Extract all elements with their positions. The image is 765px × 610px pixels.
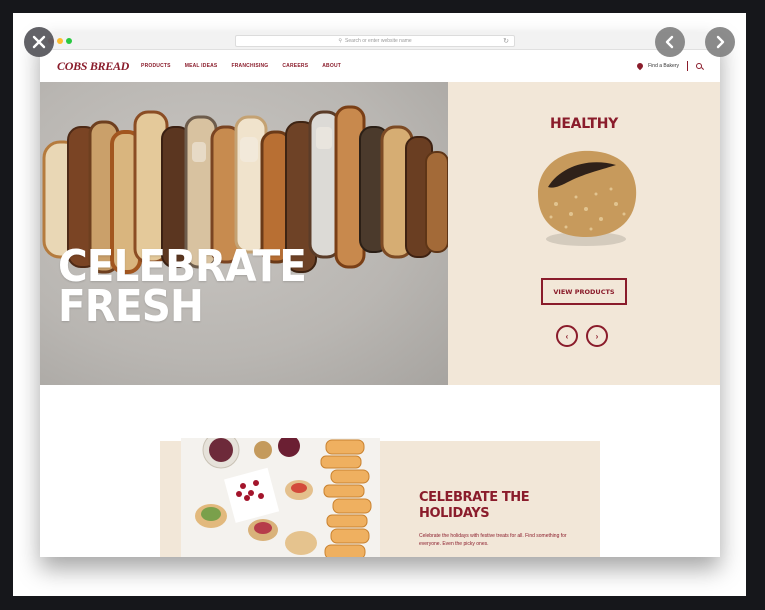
- chevron-left-icon: [665, 35, 674, 49]
- nav-meal-ideas[interactable]: MEAL IDEAS: [185, 63, 218, 69]
- chevron-right-icon: ›: [595, 331, 599, 341]
- site-nav: COBS BREAD PRODUCTS MEAL IDEAS FRANCHISI…: [40, 50, 720, 82]
- nav-products[interactable]: PRODUCTS: [141, 63, 171, 69]
- promo-description: Celebrate the holidays with festive trea…: [419, 533, 567, 547]
- address-bar[interactable]: ⚲ Search or enter website name ↻: [235, 35, 515, 47]
- category-label: HEALTHY: [549, 116, 619, 132]
- promo-title-line-1: CELEBRATE THE: [419, 490, 530, 505]
- nav-about[interactable]: ABOUT: [322, 63, 341, 69]
- close-icon: [32, 35, 46, 49]
- find-bakery-link[interactable]: Find a Bakery: [648, 63, 679, 69]
- nav-franchising[interactable]: FRANCHISING: [231, 63, 268, 69]
- search-icon[interactable]: [696, 63, 702, 69]
- promo-title: CELEBRATE THE HOLIDAYS: [419, 490, 559, 522]
- reload-icon[interactable]: ↻: [503, 37, 509, 45]
- chevron-left-icon: ‹: [565, 331, 569, 341]
- carousel-prev-button[interactable]: ‹: [556, 325, 578, 347]
- lightbox-prev-button[interactable]: [655, 27, 685, 57]
- lightbox-next-button[interactable]: [705, 27, 735, 57]
- loaf-image: [538, 150, 637, 246]
- holiday-food-image: [181, 438, 380, 557]
- carousel-next-button[interactable]: ›: [586, 325, 608, 347]
- hero-title: CELEBRATE FRESH: [58, 245, 307, 332]
- browser-window: ⚲ Search or enter website name ↻ COBS BR…: [40, 32, 720, 557]
- featured-product-panel: HEALTHY VIEW PRODUCTS ‹ ›: [448, 82, 720, 385]
- site-logo[interactable]: COBS BREAD: [57, 59, 129, 74]
- promo-title-line-2: HOLIDAYS: [419, 506, 490, 521]
- view-products-button[interactable]: VIEW PRODUCTS: [541, 278, 627, 305]
- window-zoom-dot[interactable]: [66, 38, 72, 44]
- location-pin-icon: [635, 61, 645, 71]
- hero-title-line-2: FRESH: [58, 281, 204, 332]
- promo-section: CELEBRATE THE HOLIDAYS Celebrate the hol…: [40, 385, 720, 557]
- hero-section: CELEBRATE FRESH HEALTHY VIEW PRODUCTS ‹ …: [40, 82, 720, 385]
- nav-divider: [687, 61, 688, 71]
- bread-slices-illustration: [42, 105, 448, 274]
- browser-toolbar: ⚲ Search or enter website name ↻: [40, 32, 720, 50]
- hero-image: CELEBRATE FRESH: [40, 82, 448, 385]
- window-minimize-dot[interactable]: [57, 38, 63, 44]
- search-icon: ⚲: [338, 38, 342, 44]
- chevron-right-icon: [716, 35, 725, 49]
- lightbox-close-button[interactable]: [24, 27, 54, 57]
- address-placeholder: Search or enter website name: [344, 38, 412, 44]
- nav-careers[interactable]: CAREERS: [282, 63, 308, 69]
